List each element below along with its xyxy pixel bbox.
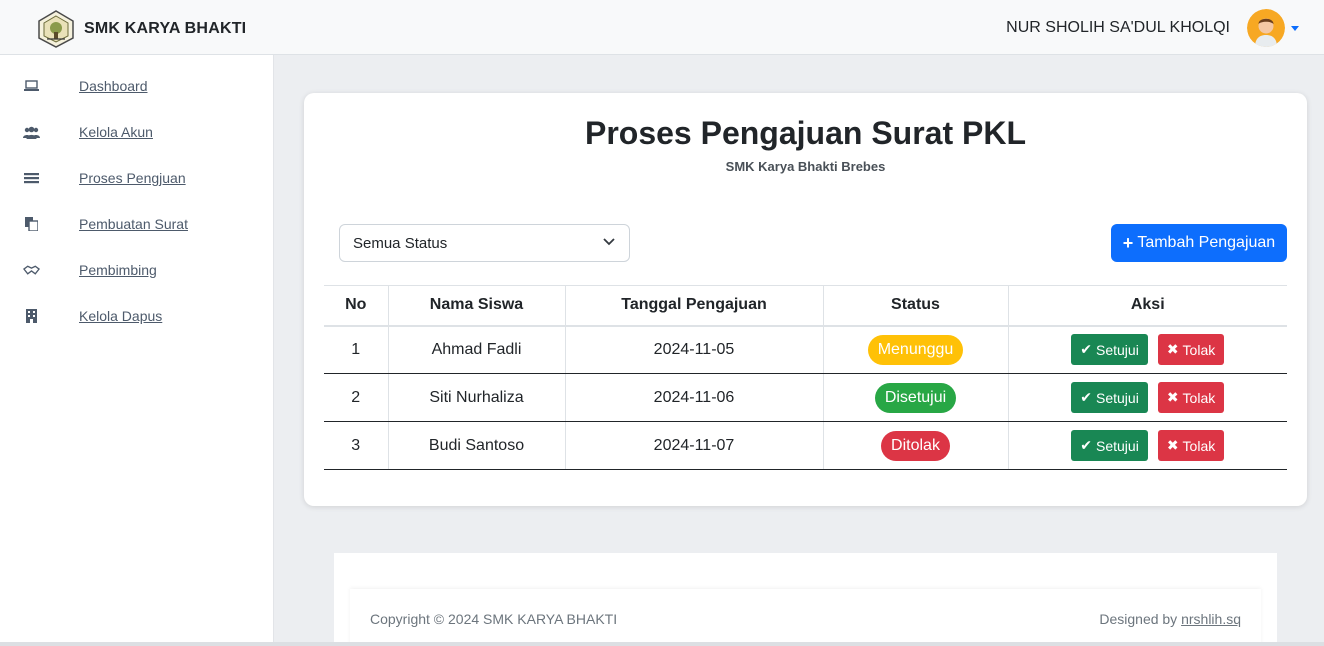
designed-by-prefix: Designed by (1099, 611, 1182, 627)
footer: Copyright © 2024 SMK KARYA BHAKTI Design… (350, 589, 1261, 646)
chevron-down-icon (603, 238, 615, 246)
user-menu[interactable]: NUR SHOLIH SA'DUL KHOLQI (1006, 9, 1299, 47)
status-cell: Menunggu (822, 325, 1008, 374)
approve-button[interactable]: ✔ Setujui (1071, 382, 1148, 413)
laptop-icon (23, 78, 40, 95)
top-navbar: SMK KARYA BHAKTI NUR SHOLIH SA'DUL KHOLQ… (0, 0, 1324, 55)
row-number: 3 (324, 421, 388, 470)
column-header: Tanggal Pengajuan (564, 285, 823, 327)
submission-date: 2024-11-06 (564, 373, 823, 422)
check-icon: ✔ (1080, 389, 1092, 405)
sidebar-item-label[interactable]: Kelola Dapus (79, 308, 162, 324)
table-header-row: No Nama Siswa Tanggal Pengajuan Status A… (324, 285, 1287, 327)
main-card: Proses Pengajuan Surat PKL SMK Karya Bha… (304, 93, 1307, 506)
copyright-text: Copyright © 2024 SMK KARYA BHAKTI (370, 611, 618, 627)
sidebar-item-proses-pengjuan[interactable]: Proses Pengjuan (0, 163, 274, 193)
school-emblem-icon (38, 10, 74, 48)
building-icon (23, 308, 40, 325)
avatar[interactable] (1247, 9, 1285, 47)
table-row: 1 Ahmad Fadli 2024-11-05 Menunggu ✔ Setuj… (324, 325, 1287, 374)
student-name: Siti Nurhaliza (387, 373, 565, 422)
close-icon: ✖ (1166, 341, 1179, 358)
approve-button[interactable]: ✔ Setujui (1071, 334, 1148, 366)
submission-date: 2024-11-07 (564, 421, 823, 470)
column-header: Status (822, 285, 1008, 327)
status-filter-select[interactable]: Semua Status (339, 224, 630, 262)
user-avatar-icon (1247, 9, 1285, 47)
row-number: 1 (324, 325, 388, 374)
reject-button[interactable]: ✖ Tolak (1157, 382, 1225, 413)
column-header: Nama Siswa (387, 285, 565, 327)
table-row: 2 Siti Nurhaliza 2024-11-06 Disetujui ✔ S… (324, 373, 1287, 422)
check-icon: ✔ (1080, 437, 1092, 453)
handshake-icon (23, 262, 40, 279)
status-cell: Disetujui (822, 373, 1008, 422)
action-cell: ✔ Setujui ✖ Tolak (1007, 373, 1287, 422)
page-subtitle: SMK Karya Bhakti Brebes (725, 159, 886, 174)
submission-date: 2024-11-05 (564, 325, 823, 374)
brand-name: SMK KARYA BHAKTI (84, 20, 247, 37)
approve-button[interactable]: ✔ Setujui (1071, 430, 1148, 461)
reject-label: Tolak (1182, 341, 1216, 358)
sidebar-item-label[interactable]: Pembimbing (79, 262, 157, 278)
designer-link[interactable]: nrshlih.sq (1181, 611, 1241, 627)
approve-label: Setujui (1096, 389, 1139, 406)
sidebar-item-label[interactable]: Pembuatan Surat (79, 216, 188, 232)
sidebar-item-kelola-akun[interactable]: Kelola Akun (0, 117, 274, 147)
reject-label: Tolak (1182, 437, 1216, 454)
student-name: Ahmad Fadli (387, 325, 565, 374)
reject-button[interactable]: ✖ Tolak (1157, 334, 1225, 366)
close-icon: ✖ (1166, 389, 1179, 405)
sidebar-item-kelola-dapus[interactable]: Kelola Dapus (0, 301, 274, 331)
student-name: Budi Santoso (387, 421, 565, 470)
check-icon: ✔ (1080, 341, 1092, 358)
plus-icon: + (1122, 233, 1134, 253)
sidebar: Dashboard Kelola Akun Proses Pengjuan Pe… (0, 55, 274, 643)
reject-button[interactable]: ✖ Tolak (1157, 430, 1225, 461)
status-badge: Ditolak (881, 430, 950, 461)
sidebar-item-label[interactable]: Dashboard (79, 78, 148, 94)
documents-icon (23, 216, 40, 233)
status-cell: Ditolak (822, 421, 1008, 470)
users-icon (23, 124, 40, 141)
add-submission-button[interactable]: + Tambah Pengajuan (1111, 224, 1287, 262)
list-icon (23, 170, 40, 187)
brand[interactable]: SMK KARYA BHAKTI (35, 8, 246, 50)
page-title: Proses Pengajuan Surat PKL (584, 115, 1026, 151)
approve-label: Setujui (1096, 341, 1139, 358)
close-icon: ✖ (1166, 437, 1179, 453)
status-filter-value: Semua Status (353, 234, 448, 252)
action-cell: ✔ Setujui ✖ Tolak (1007, 325, 1287, 374)
sidebar-item-pembimbing[interactable]: Pembimbing (0, 255, 274, 285)
sidebar-item-dashboard[interactable]: Dashboard (0, 71, 274, 101)
chevron-down-icon[interactable] (1291, 25, 1299, 31)
footer-container: Copyright © 2024 SMK KARYA BHAKTI Design… (334, 553, 1277, 646)
sidebar-item-label[interactable]: Proses Pengjuan (79, 170, 186, 186)
row-number: 2 (324, 373, 388, 422)
column-header: No (324, 285, 388, 327)
approve-label: Setujui (1096, 437, 1139, 454)
sidebar-item-pembuatan-surat[interactable]: Pembuatan Surat (0, 209, 274, 239)
status-badge: Disetujui (874, 382, 957, 413)
reject-label: Tolak (1182, 389, 1216, 406)
bottom-divider (0, 642, 1324, 646)
designed-by: Designed by nrshlih.sq (1099, 611, 1241, 627)
action-cell: ✔ Setujui ✖ Tolak (1007, 421, 1287, 470)
add-submission-label: Tambah Pengajuan (1137, 234, 1276, 251)
sidebar-item-label[interactable]: Kelola Akun (79, 124, 153, 140)
status-badge: Menunggu (867, 334, 964, 365)
user-name: NUR SHOLIH SA'DUL KHOLQI (1006, 19, 1230, 36)
submission-table: No Nama Siswa Tanggal Pengajuan Status A… (324, 285, 1287, 470)
table-row: 3 Budi Santoso 2024-11-07 Ditolak ✔ Setuj… (324, 421, 1287, 470)
column-header: Aksi (1007, 285, 1287, 327)
